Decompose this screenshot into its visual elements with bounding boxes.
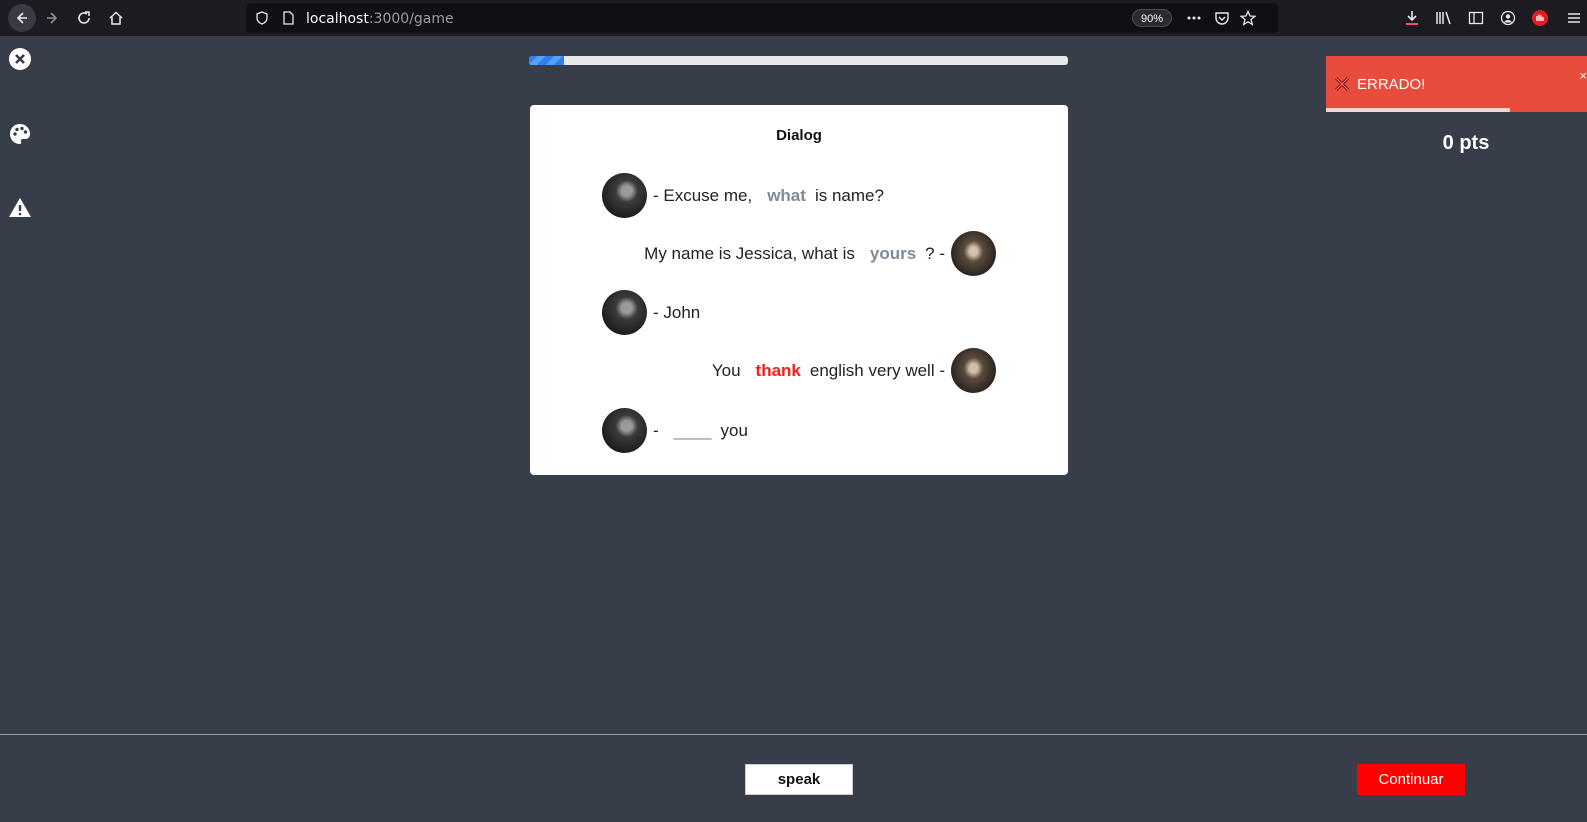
line-text-before: You — [711, 360, 741, 380]
sidebar-icon[interactable] — [1466, 8, 1486, 28]
dialog-line-3: - John — [602, 290, 706, 335]
continue-button[interactable]: Continuar — [1357, 764, 1465, 795]
line-text-after: ? - — [925, 243, 945, 263]
error-x-icon — [1334, 76, 1350, 92]
speak-button[interactable]: speak — [745, 764, 853, 795]
male-avatar — [602, 290, 647, 335]
library-icon[interactable] — [1434, 8, 1454, 28]
menu-icon[interactable] — [1564, 8, 1584, 28]
extension-icon[interactable] — [1530, 8, 1550, 28]
dialog-line-5: - ____ you — [602, 408, 748, 453]
score-points: 0 pts — [1442, 132, 1490, 154]
dialog-card: Dialog - Excuse me, what is name? My nam… — [530, 105, 1068, 475]
wrong-answer-word[interactable]: thank — [756, 361, 801, 381]
dialog-title: Dialog — [776, 127, 822, 144]
reload-icon[interactable] — [74, 8, 94, 28]
close-circle-icon[interactable] — [8, 47, 32, 71]
dialog-line-2: My name is Jessica, what is yours ? - — [638, 231, 996, 276]
forward-icon[interactable] — [42, 8, 62, 28]
answer-word[interactable]: what — [767, 186, 806, 206]
footer-divider — [0, 734, 1587, 735]
answer-blank[interactable]: ____ — [674, 421, 712, 441]
star-icon[interactable] — [1238, 8, 1258, 28]
pocket-icon[interactable] — [1212, 8, 1232, 28]
error-toast[interactable]: ERRADO! × — [1326, 56, 1587, 112]
url-path: :3000/game — [368, 11, 454, 27]
palette-icon[interactable] — [8, 122, 32, 146]
female-avatar — [951, 348, 996, 393]
account-icon[interactable] — [1498, 8, 1518, 28]
line-text-before: - — [653, 420, 659, 440]
line-text: - John — [653, 302, 701, 322]
line-text-after: english very well - — [809, 360, 945, 380]
female-avatar — [951, 231, 996, 276]
zoom-level[interactable]: 90% — [1132, 9, 1172, 27]
more-icon[interactable] — [1184, 8, 1204, 28]
dialog-line-1: - Excuse me, what is name? — [602, 173, 884, 218]
browser-toolbar: localhost:3000/game 90% — [0, 0, 1587, 36]
line-text-before: - Excuse me, — [653, 185, 753, 205]
toast-message: ERRADO! — [1357, 76, 1426, 93]
line-text-after: you — [720, 420, 748, 440]
line-text-before: My name is Jessica, what is — [644, 243, 855, 263]
answer-word[interactable]: yours — [870, 244, 916, 264]
back-icon[interactable] — [8, 4, 36, 32]
male-avatar — [602, 173, 647, 218]
male-avatar — [602, 408, 647, 453]
line-text-after: is name? — [814, 185, 884, 205]
toast-timer-bar — [1326, 108, 1510, 112]
url-bar[interactable]: localhost:3000/game 90% — [246, 3, 1278, 33]
toast-close-icon[interactable]: × — [1579, 68, 1587, 83]
warning-icon[interactable] — [8, 196, 32, 220]
url-host: localhost — [306, 11, 369, 27]
url-text[interactable]: localhost:3000/game — [306, 11, 454, 27]
download-icon[interactable] — [1402, 8, 1422, 28]
progress-bar — [529, 56, 1068, 65]
home-icon[interactable] — [106, 8, 126, 28]
page-icon — [278, 8, 298, 28]
shield-icon[interactable] — [252, 8, 272, 28]
dialog-line-4: You thank english very well - — [706, 348, 996, 393]
progress-fill — [529, 56, 565, 65]
